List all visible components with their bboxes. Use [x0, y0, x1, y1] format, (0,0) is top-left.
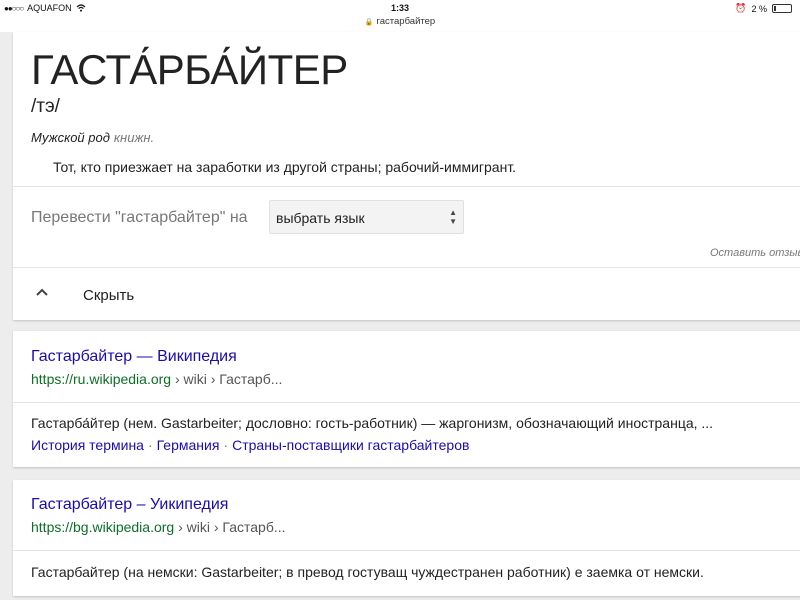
language-select[interactable]: выбрать язык ▲ ▼: [269, 200, 464, 234]
translate-label: Перевести "гастарбайтер" на: [31, 209, 248, 226]
alarm-icon: ⏰: [735, 3, 747, 13]
sitelink-countries[interactable]: Страны-поставщики гастарбайтеров: [232, 437, 469, 453]
search-result: Гастарбайтер – Уикипедия https://bg.wiki…: [13, 480, 800, 596]
status-right: ⏰ 2 %: [735, 3, 792, 14]
result-snippet: Гастарбайтер (на немски: Gastarbeiter; в…: [31, 564, 704, 580]
result-url-path: › wiki › Гастарб...: [171, 371, 283, 387]
result-url[interactable]: https://ru.wikipedia.org › wiki › Гастар…: [31, 371, 282, 387]
divider: [13, 267, 800, 268]
dictionary-card: ГАСТА́РБА́ЙТЕР /тэ/ Мужской род книжн. То…: [13, 32, 800, 320]
address-bar[interactable]: 🔒 гастарбайтер: [0, 16, 800, 27]
divider: [13, 550, 800, 551]
address-text: гастарбайтер: [376, 16, 436, 27]
result-url[interactable]: https://bg.wikipedia.org › wiki › Гастар…: [31, 519, 286, 535]
chevron-up-icon[interactable]: [35, 285, 49, 299]
gender-label: Мужской род: [31, 130, 110, 145]
result-snippet: Гастарба́йтер (нем. Gastarbeiter; дослов…: [31, 415, 714, 431]
battery-percent: 2 %: [751, 3, 767, 14]
result-sitelinks: История термина · Германия · Страны-поставщи…: [31, 437, 469, 453]
battery-icon: [772, 4, 792, 13]
sitelink-germany[interactable]: Германия: [157, 437, 220, 453]
register-label: книжн.: [113, 130, 155, 145]
divider: [13, 402, 800, 403]
collapse-button[interactable]: Скрыть: [83, 287, 134, 304]
clock: 1:33: [390, 3, 409, 13]
result-title[interactable]: Гастарбайтер – Уикипедия: [31, 496, 228, 514]
separator: ·: [223, 437, 229, 453]
feedback-link[interactable]: Оставить отзыв: [710, 247, 800, 259]
result-url-domain: https://bg.wikipedia.org: [31, 519, 175, 535]
result-url-domain: https://ru.wikipedia.org: [31, 371, 172, 387]
language-select-value: выбрать язык: [276, 210, 365, 226]
status-bar: ●●○○○ AQUAFON 1:33 ⏰ 2 % 🔒 гастарбайтер: [0, 0, 800, 32]
definition: Тот, кто приезжает на заработки из друго…: [53, 159, 517, 175]
part-of-speech: Мужской род книжн.: [31, 130, 154, 145]
sitelink-history[interactable]: История термина: [31, 437, 144, 453]
lock-icon: 🔒: [364, 19, 374, 26]
select-arrows-icon: ▲ ▼: [449, 208, 457, 226]
search-result: Гастарбайтер — Википедия https://ru.wiki…: [13, 331, 800, 467]
separator: ·: [147, 437, 153, 453]
result-title[interactable]: Гастарбайтер — Википедия: [31, 348, 237, 366]
phonetic: /тэ/: [31, 96, 60, 117]
headword: ГАСТА́РБА́ЙТЕР: [31, 46, 348, 93]
result-url-path: › wiki › Гастарб...: [174, 519, 286, 535]
divider: [13, 186, 800, 187]
